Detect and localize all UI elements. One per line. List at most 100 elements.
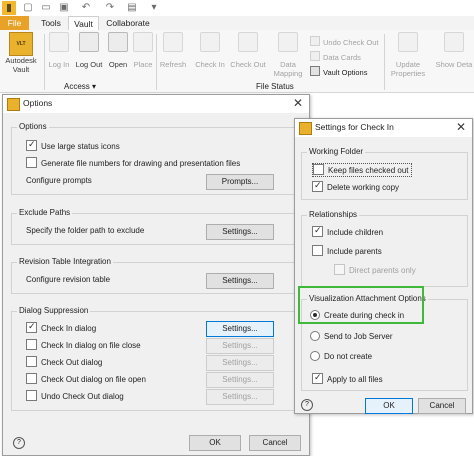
log-in-button[interactable]: Log In [46,32,72,69]
vault-options-icon [310,66,320,76]
check-in-icon [200,32,220,52]
open-button[interactable]: Open [106,32,130,69]
data-cards-button[interactable]: Data Cards [310,51,361,62]
vault-options-button[interactable]: Vault Options [310,66,368,77]
autodesk-vault-label-2: Vault [12,65,30,74]
use-large-icons-label: Use large status icons [41,142,120,151]
send-to-job-server-radio[interactable]: Send to Job Server [310,331,392,343]
direct-parents-only-checkbox[interactable]: Direct parents only [334,264,416,276]
update-properties-icon [398,32,418,52]
vault-title-icon [299,122,312,135]
keep-files-checked-out-checkbox[interactable]: Keep files checked out [312,163,412,177]
help-icon[interactable]: ? [301,399,313,411]
customize-dropdown-icon[interactable]: ▾ [148,2,160,14]
options-cancel-button[interactable]: Cancel [249,435,301,451]
check-out-dialog-checkbox[interactable]: Check Out dialog [26,356,102,368]
checkbox-box[interactable] [26,138,37,151]
tab-vault[interactable]: Vault [68,16,99,31]
ribbon-panel: VLT Autodesk Vault Log In Log Out Open P… [0,30,474,93]
undo-icon[interactable]: ↶ [80,2,92,14]
radio-button[interactable] [310,331,320,341]
check-in-button[interactable]: Check In [194,32,226,69]
check-in-settings-ok-button[interactable]: OK [365,398,413,414]
exclude-paths-settings-button[interactable]: Settings... [206,224,274,240]
undo-check-out-label: Undo Check Out [323,38,379,47]
show-details-button[interactable]: Show Deta [434,32,474,69]
dialog-suppression-group: Dialog Suppression Check In dialog Setti… [11,306,303,411]
data-mapping-button[interactable]: Data Mapping [270,32,306,78]
radio-button[interactable] [310,351,320,361]
delete-working-copy-checkbox[interactable]: Delete working copy [312,179,399,193]
check-in-dialog-checkbox[interactable]: Check In dialog [26,320,96,334]
refresh-button[interactable]: Refresh [158,32,188,69]
tab-file[interactable]: File [0,16,29,30]
open-icon[interactable]: ▭ [40,2,52,14]
generate-file-numbers-checkbox[interactable]: Generate file numbers for drawing and pr… [26,157,240,169]
checkbox-box[interactable] [312,179,323,192]
undo-check-out-button[interactable]: Undo Check Out [310,36,379,47]
quick-access-toolbar: ▢ ▭ ▣ ↶ ↷ ▤ ▾ [0,0,474,17]
checkbox-box[interactable] [26,320,37,333]
vault-icon: VLT [9,32,33,56]
direct-parents-only-label: Direct parents only [349,266,416,275]
checkbox-box[interactable] [312,224,323,237]
check-out-on-open-settings-button[interactable]: Settings... [206,372,274,388]
check-in-settings-cancel-button[interactable]: Cancel [418,398,466,414]
checkbox-box[interactable] [26,373,37,384]
revision-table-group: Revision Table Integration Configure rev… [11,257,303,294]
checkbox-box[interactable] [26,356,37,367]
data-mapping-icon [278,32,298,52]
log-out-icon [79,32,99,52]
check-out-dialog-settings-button[interactable]: Settings... [206,355,274,371]
apply-to-all-files-checkbox[interactable]: Apply to all files [312,371,383,385]
log-out-button[interactable]: Log Out [74,32,104,69]
log-out-label: Log Out [75,60,103,69]
new-icon[interactable]: ▢ [22,2,34,14]
redo-icon[interactable]: ↷ [104,2,116,14]
access-group-label[interactable]: Access ▾ [64,82,96,91]
check-in-dialog-settings-button[interactable]: Settings... [206,321,274,337]
revision-table-settings-button[interactable]: Settings... [206,273,274,289]
app-logo-icon[interactable] [2,1,16,15]
include-parents-checkbox[interactable]: Include parents [312,245,382,257]
save-icon[interactable]: ▣ [58,2,70,14]
relationships-group-label: Relationships [307,210,360,219]
help-icon[interactable]: ? [13,437,25,449]
place-button[interactable]: Place [132,32,154,69]
checkbox-box[interactable] [312,245,323,256]
check-out-on-open-checkbox[interactable]: Check Out dialog on file open [26,373,146,385]
place-label: Place [133,60,153,69]
checkbox-box[interactable] [334,264,345,275]
autodesk-vault-button[interactable]: VLT Autodesk Vault [3,32,39,74]
include-children-checkbox[interactable]: Include children [312,224,383,238]
print-icon[interactable]: ▤ [126,2,138,14]
do-not-create-radio[interactable]: Do not create [310,351,372,363]
use-large-icons-checkbox[interactable]: Use large status icons [26,138,120,152]
options-close-icon[interactable]: ✕ [293,96,303,110]
refresh-icon [163,32,183,52]
check-in-on-close-settings-button[interactable]: Settings... [206,338,274,354]
tab-tools[interactable]: Tools [34,16,68,30]
prompts-button[interactable]: Prompts... [206,174,274,190]
working-folder-group-label: Working Folder [307,147,366,156]
checkbox-box[interactable] [26,157,37,168]
tab-collaborate[interactable]: Collaborate [100,16,156,30]
undo-check-out-dialog-checkbox[interactable]: Undo Check Out dialog [26,390,124,402]
ribbon-tabs: File Tools Vault Collaborate [0,16,474,31]
checkbox-box[interactable] [26,339,37,350]
keep-files-checked-out-label: Keep files checked out [328,166,409,175]
dialog-suppression-group-label: Dialog Suppression [17,306,91,315]
vault-options-label: Vault Options [323,68,368,77]
check-out-button[interactable]: Check Out [228,32,268,69]
checkbox-box[interactable] [313,164,324,175]
check-in-on-close-checkbox[interactable]: Check In dialog on file close [26,339,141,351]
file-status-group-label: File Status [256,82,294,91]
checkbox-box[interactable] [26,390,37,401]
check-in-settings-close-icon[interactable]: ✕ [456,120,466,134]
open-file-icon [108,32,128,52]
checkbox-box[interactable] [312,371,323,384]
undo-check-out-dialog-label: Undo Check Out dialog [41,392,124,401]
options-ok-button[interactable]: OK [189,435,241,451]
update-properties-button[interactable]: Update Properties [388,32,428,78]
undo-check-out-dialog-settings-button[interactable]: Settings... [206,389,274,405]
